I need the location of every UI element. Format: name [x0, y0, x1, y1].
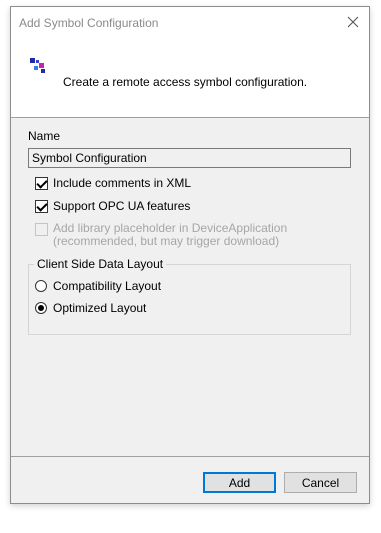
title-bar: Add Symbol Configuration: [11, 7, 369, 38]
header-description: Create a remote access symbol configurat…: [63, 75, 308, 89]
add-library-placeholder-label: Add library placeholder in DeviceApplica…: [53, 222, 287, 248]
footer-divider: [11, 456, 369, 457]
include-comments-checkbox[interactable]: [35, 177, 48, 190]
add-library-placeholder-label-line2: (recommended, but may trigger download): [53, 234, 280, 248]
client-side-data-layout-group: [28, 264, 351, 335]
add-library-placeholder-label-line1: Add library placeholder in DeviceApplica…: [53, 221, 288, 235]
add-library-placeholder-checkbox-row: Add library placeholder in DeviceApplica…: [35, 222, 287, 248]
window-title: Add Symbol Configuration: [19, 16, 159, 30]
support-opcua-label: Support OPC UA features: [53, 199, 191, 213]
cancel-button[interactable]: Cancel: [284, 472, 357, 493]
dialog-header: Create a remote access symbol configurat…: [11, 38, 369, 118]
support-opcua-checkbox[interactable]: [35, 200, 48, 213]
add-button[interactable]: Add: [203, 472, 276, 493]
compatibility-layout-radio[interactable]: [35, 280, 47, 292]
include-comments-label: Include comments in XML: [53, 176, 192, 190]
support-opcua-checkbox-row[interactable]: Support OPC UA features: [35, 199, 190, 213]
name-field[interactable]: [28, 148, 351, 168]
compatibility-layout-label: Compatibility Layout: [53, 279, 162, 293]
symbol-configuration-icon: [30, 58, 48, 74]
name-label: Name: [28, 129, 61, 143]
optimized-layout-radio[interactable]: [35, 302, 47, 314]
include-comments-checkbox-row[interactable]: Include comments in XML: [35, 176, 191, 190]
optimized-layout-label: Optimized Layout: [53, 301, 147, 315]
close-icon[interactable]: [343, 12, 363, 32]
add-symbol-configuration-dialog: Add Symbol Configuration Create a remote…: [10, 6, 370, 504]
optimized-layout-radio-row[interactable]: Optimized Layout: [35, 301, 146, 315]
compatibility-layout-radio-row[interactable]: Compatibility Layout: [35, 279, 161, 293]
client-side-data-layout-legend: Client Side Data Layout: [34, 257, 167, 271]
add-library-placeholder-checkbox: [35, 223, 48, 236]
